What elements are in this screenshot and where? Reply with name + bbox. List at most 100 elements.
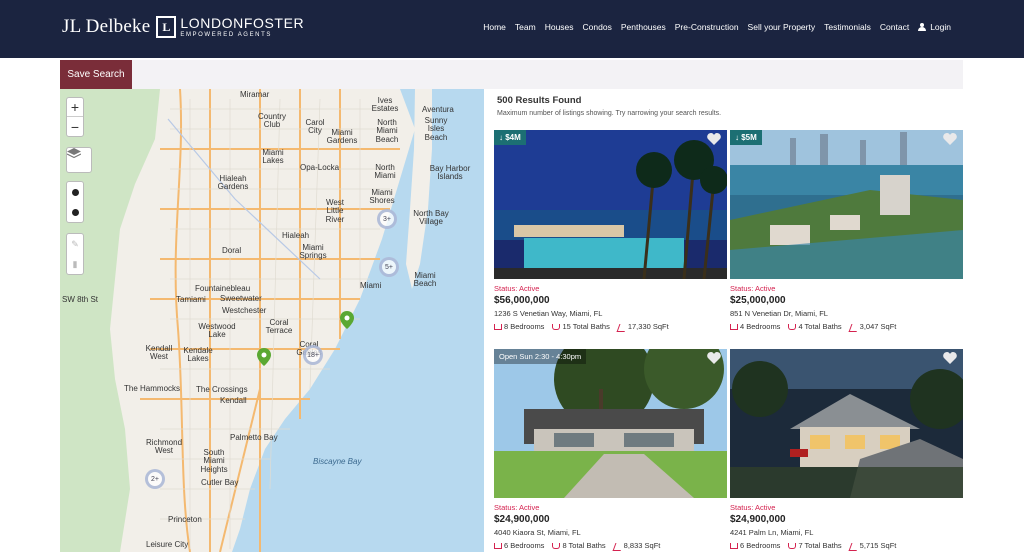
- nav-houses[interactable]: Houses: [545, 22, 574, 32]
- map-label: North Miami: [374, 163, 396, 181]
- bed-icon: [494, 323, 502, 330]
- map-label: Westchester: [222, 306, 267, 315]
- map-panel[interactable]: Miramar Country Club Carol City Ives Est…: [60, 89, 484, 552]
- listing-address[interactable]: 1236 S Venetian Way, Miami, FL: [494, 309, 727, 318]
- bedrooms: 4 Bedrooms: [740, 322, 781, 331]
- map-label: Miami: [360, 281, 382, 290]
- results-header: 500 Results Found Maximum number of list…: [497, 95, 963, 117]
- brand-partner: LONDONFOSTER: [180, 15, 305, 31]
- bedrooms: 8 Bedrooms: [504, 322, 545, 331]
- square-feet: 8,833 SqFt: [623, 541, 661, 550]
- save-search-button[interactable]: Save Search: [60, 60, 132, 89]
- listing-card[interactable]: ↓ $4M Status: Active $56,000,000 1236 S …: [494, 130, 727, 331]
- area-icon: [614, 542, 622, 550]
- nav-condos[interactable]: Condos: [583, 22, 612, 32]
- listing-status: Status: Active: [494, 284, 540, 293]
- edit-icon: ✎: [71, 238, 79, 249]
- listing-price: $25,000,000: [730, 295, 786, 306]
- zoom-in-button[interactable]: +: [67, 98, 83, 117]
- brand-name: JL Delbeke: [62, 16, 151, 37]
- price-drop-badge: ↓ $4M: [494, 130, 526, 145]
- layers-icon: [67, 148, 81, 159]
- listing-photo[interactable]: Open Sun 2:30 - 4:30pm: [494, 349, 727, 498]
- map-label: Cutler Bay: [201, 478, 239, 487]
- listing-photo[interactable]: ↓ $5M: [730, 130, 963, 279]
- favorite-heart-icon[interactable]: [943, 352, 957, 364]
- map-label: Ives Estates: [371, 96, 399, 114]
- map-label: Kendall West: [145, 344, 173, 362]
- listing-card[interactable]: Open Sun 2:30 - 4:30pm Status: Active $2…: [494, 349, 727, 550]
- favorite-heart-icon[interactable]: [707, 133, 721, 145]
- map-label: Princeton: [168, 515, 202, 524]
- map-cluster[interactable]: 5+: [379, 257, 399, 277]
- map-pin-icon[interactable]: [257, 348, 271, 366]
- map-label: Miami Beach: [413, 271, 437, 289]
- map-cluster[interactable]: 18+: [303, 345, 323, 365]
- map-label: Leisure City: [146, 540, 189, 549]
- nav-testimonials[interactable]: Testimonials: [824, 22, 871, 32]
- map-cluster[interactable]: 3+: [377, 209, 397, 229]
- map-label: Opa-Locka: [300, 163, 340, 172]
- area-icon: [850, 323, 858, 331]
- user-icon: [918, 23, 927, 31]
- zoom-out-button[interactable]: −: [67, 117, 83, 136]
- map-label: North Miami Beach: [375, 118, 399, 144]
- bed-icon: [730, 542, 738, 549]
- layers-button[interactable]: [66, 147, 92, 173]
- favorite-heart-icon[interactable]: [707, 352, 721, 364]
- map-cluster[interactable]: 2+: [145, 469, 165, 489]
- map-label: Country Club: [257, 112, 286, 130]
- circle-icon: [71, 208, 79, 216]
- bath-icon: [788, 323, 797, 330]
- listing-specs: 6 Bedrooms 7 Total Baths 5,715 SqFt: [730, 541, 963, 550]
- listing-address[interactable]: 4241 Palm Ln, Miami, FL: [730, 528, 963, 537]
- map-label: Kendall: [220, 396, 247, 405]
- square-feet: 5,715 SqFt: [859, 541, 897, 550]
- bedrooms: 6 Bedrooms: [740, 541, 781, 550]
- map-label: West Little River: [325, 198, 345, 224]
- nav-home[interactable]: Home: [483, 22, 506, 32]
- square-feet: 3,047 SqFt: [859, 322, 897, 331]
- bath-icon: [788, 542, 797, 549]
- search-toolbar: Save Search: [60, 60, 963, 89]
- listing-status: Status: Active: [494, 503, 540, 512]
- listing-image: [730, 349, 963, 498]
- nav-pre-construction[interactable]: Pre-Construction: [675, 22, 739, 32]
- listing-photo[interactable]: [730, 349, 963, 498]
- map-label: Hialeah Gardens: [217, 174, 249, 192]
- listing-image: [730, 130, 963, 279]
- listing-address[interactable]: 851 N Venetian Dr, Miami, FL: [730, 309, 963, 318]
- brand-mark-icon: L: [156, 16, 177, 38]
- listing-card[interactable]: ↓ $5M Status: Active $25,000,000 851 N V…: [730, 130, 963, 331]
- bath-icon: [552, 542, 561, 549]
- delete-button[interactable]: ▮: [67, 254, 83, 274]
- map-label: North Bay Village: [413, 209, 449, 227]
- map-label: Palmetto Bay: [230, 433, 278, 442]
- bed-icon: [494, 542, 502, 549]
- nav-penthouses[interactable]: Penthouses: [621, 22, 666, 32]
- main-nav: Home Team Houses Condos Penthouses Pre-C…: [483, 22, 951, 32]
- edit-button[interactable]: ✎: [67, 234, 83, 254]
- map-label: Kendale Lakes: [183, 346, 213, 364]
- map-label: Sweetwater: [220, 294, 262, 303]
- draw-polygon-button[interactable]: [67, 182, 83, 202]
- square-feet: 17,330 SqFt: [627, 322, 669, 331]
- nav-sell-your-property[interactable]: Sell your Property: [748, 22, 816, 32]
- listing-status: Status: Active: [730, 284, 776, 293]
- map-label: Westwood Lake: [198, 322, 236, 340]
- map-label: Miami Lakes: [262, 148, 284, 166]
- listing-address[interactable]: 4040 Kiaora St, Miami, FL: [494, 528, 727, 537]
- bathrooms: 4 Total Baths: [798, 322, 842, 331]
- zoom-control: + −: [66, 97, 84, 137]
- favorite-heart-icon[interactable]: [943, 133, 957, 145]
- listing-specs: 6 Bedrooms 8 Total Baths 8,833 SqFt: [494, 541, 727, 550]
- draw-circle-button[interactable]: [67, 202, 83, 222]
- login-link[interactable]: Login: [918, 22, 951, 32]
- brand-logo[interactable]: JL Delbeke L LONDONFOSTER EMPOWERED AGEN…: [62, 16, 304, 38]
- listing-photo[interactable]: ↓ $4M: [494, 130, 727, 279]
- map-pin-icon[interactable]: [340, 311, 354, 329]
- area-icon: [618, 323, 626, 331]
- nav-team[interactable]: Team: [515, 22, 536, 32]
- nav-contact[interactable]: Contact: [880, 22, 909, 32]
- listing-card[interactable]: Status: Active $24,900,000 4241 Palm Ln,…: [730, 349, 963, 550]
